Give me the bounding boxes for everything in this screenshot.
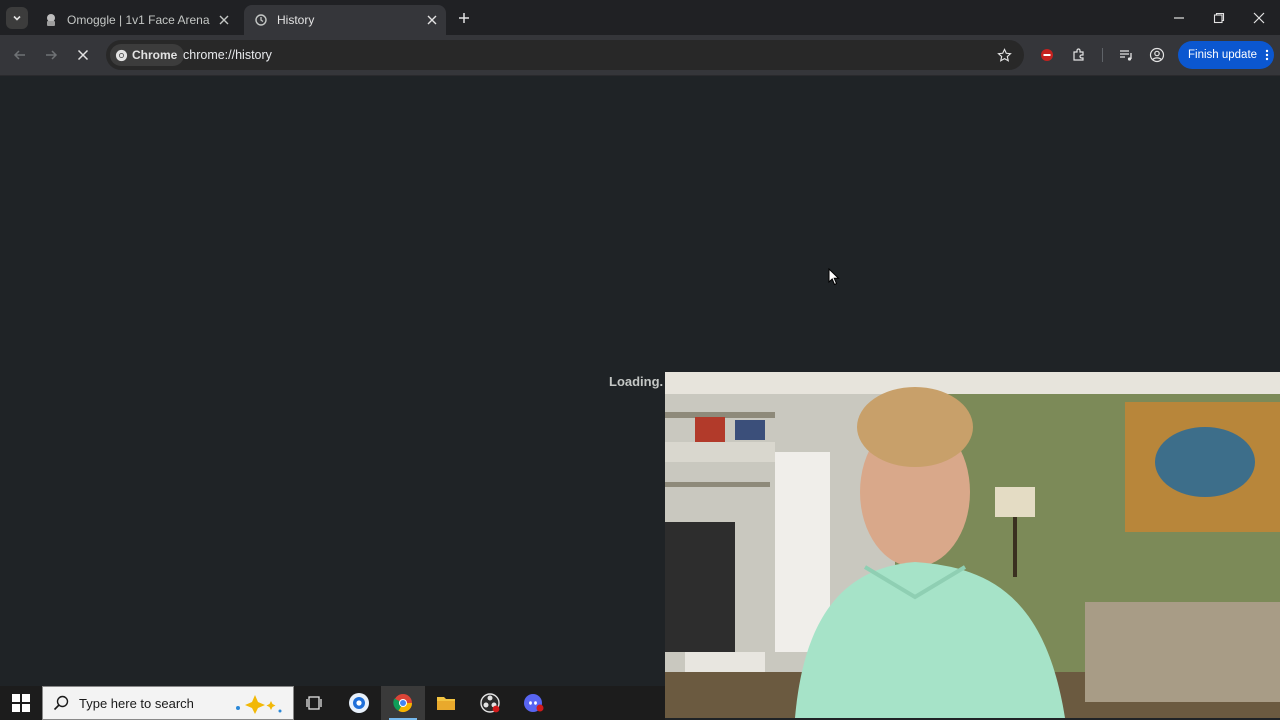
browser-toolbar: Chrome chrome://history Finish update	[0, 35, 1280, 76]
close-tab-icon[interactable]	[422, 10, 442, 30]
tab-search-button[interactable]	[6, 7, 28, 29]
close-icon	[1253, 12, 1265, 23]
bookmark-button[interactable]	[992, 43, 1016, 67]
arrow-left-icon	[13, 50, 25, 60]
blocker-extension-button[interactable]	[1035, 43, 1059, 67]
discord-app[interactable]	[522, 691, 546, 715]
omoggle-favicon-icon	[44, 13, 58, 27]
tab-omoggle[interactable]: Omoggle | 1v1 Face Arena	[34, 5, 238, 35]
close-tab-icon[interactable]	[214, 10, 234, 30]
search-placeholder: Type here to search	[79, 695, 194, 711]
finish-update-label: Finish update	[1188, 49, 1258, 61]
extensions-button[interactable]	[1067, 43, 1091, 67]
url-text[interactable]: chrome://history	[183, 48, 272, 62]
restore-icon	[1213, 12, 1225, 23]
chrome-logo-icon	[115, 49, 128, 62]
windows-logo-icon	[12, 694, 30, 712]
more-vertical-icon	[1265, 49, 1269, 61]
minimize-icon	[1174, 16, 1184, 19]
taskbar-search-box[interactable]: Type here to search	[42, 686, 294, 720]
tab-history[interactable]: History	[244, 5, 446, 35]
new-tab-button[interactable]	[453, 7, 475, 29]
address-bar[interactable]: Chrome chrome://history	[106, 40, 1024, 70]
close-window-button[interactable]	[1238, 0, 1280, 35]
sparkle-icon	[231, 693, 287, 718]
webcam-feed-image	[665, 372, 1280, 718]
plus-icon	[459, 13, 469, 23]
tab-strip: Omoggle | 1v1 Face Arena History	[0, 0, 1280, 35]
discord-icon	[524, 694, 544, 712]
back-button[interactable]	[8, 43, 32, 67]
media-controls-button[interactable]	[1114, 43, 1138, 67]
task-view-icon	[306, 696, 322, 710]
toolbar-divider	[1102, 48, 1103, 62]
history-favicon-icon	[254, 13, 268, 27]
start-button[interactable]	[12, 694, 30, 712]
finish-update-button[interactable]: Finish update	[1178, 41, 1274, 69]
profile-button[interactable]	[1145, 43, 1169, 67]
mouse-cursor-icon	[828, 268, 840, 286]
site-info-chip[interactable]: Chrome	[110, 44, 185, 66]
obs-app[interactable]	[478, 691, 502, 715]
obs-icon	[480, 693, 500, 713]
stop-sign-icon	[1041, 49, 1053, 61]
file-explorer-app[interactable]	[434, 691, 458, 715]
minimize-button[interactable]	[1158, 0, 1200, 35]
close-icon	[77, 49, 89, 61]
forward-button[interactable]	[39, 43, 63, 67]
tab-label: History	[277, 13, 315, 27]
stop-loading-button[interactable]	[71, 43, 95, 67]
webcam-overlay	[665, 372, 1280, 718]
screen-record-icon	[349, 693, 369, 713]
restore-button[interactable]	[1198, 0, 1240, 35]
task-view-button[interactable]	[303, 691, 327, 715]
file-explorer-icon	[437, 697, 455, 710]
account-icon	[1149, 47, 1165, 63]
screen-record-app[interactable]	[347, 691, 371, 715]
search-icon	[53, 695, 69, 711]
arrow-right-icon	[46, 50, 58, 60]
chevron-down-icon	[13, 15, 21, 21]
star-icon	[996, 47, 1012, 62]
chrome-icon	[393, 694, 412, 713]
loading-text: Loading.	[609, 374, 664, 389]
chrome-taskbar-app[interactable]	[381, 686, 425, 720]
site-chip-label: Chrome	[132, 48, 178, 62]
tab-label: Omoggle | 1v1 Face Arena	[67, 13, 210, 27]
puzzle-icon	[1073, 48, 1084, 61]
media-queue-icon	[1120, 50, 1132, 61]
windows-taskbar: Type here to search	[0, 686, 665, 720]
